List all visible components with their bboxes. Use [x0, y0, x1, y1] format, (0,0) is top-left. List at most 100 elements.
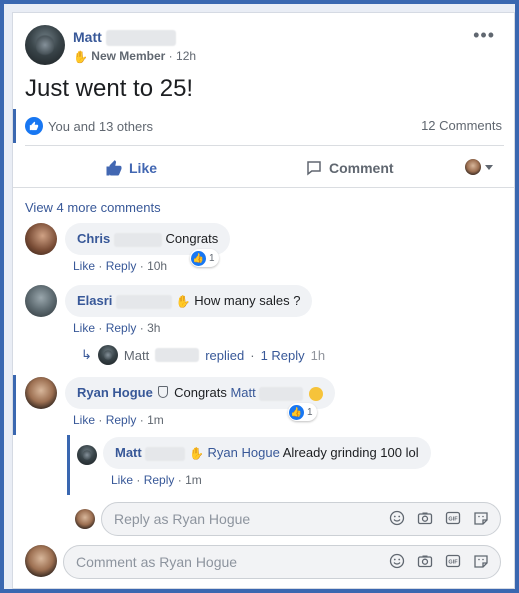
sticker-icon[interactable]	[472, 552, 490, 570]
member-badge: New Member	[91, 49, 166, 63]
thumbs-up-icon	[106, 160, 122, 176]
post-text: Just went to 25!	[25, 75, 194, 102]
replier-name: Matt	[123, 347, 150, 363]
mention-link[interactable]: Ryan Hogue	[208, 445, 280, 460]
meta-dot: ·	[168, 49, 173, 63]
commenter-avatar[interactable]	[25, 285, 57, 317]
reply-input[interactable]: Reply as Ryan Hogue GIF	[101, 502, 501, 536]
reply-like-link[interactable]: Like	[111, 473, 133, 487]
caret-down-icon	[485, 165, 493, 170]
comment-author[interactable]: Ryan Hogue	[77, 385, 153, 400]
comment-reply-link[interactable]: Reply	[106, 413, 137, 427]
comment-author[interactable]: Chris	[77, 231, 110, 246]
reaction-count: 1	[209, 252, 215, 264]
redacted-surname	[105, 30, 176, 47]
svg-text:GIF: GIF	[448, 517, 458, 523]
redacted-surname	[116, 294, 173, 309]
redacted-surname	[145, 446, 186, 461]
reactions-summary: You and 13 others 12 Comments	[13, 109, 514, 143]
reply-text: Already grinding 100 lol	[282, 445, 419, 460]
like-label: Like	[129, 160, 158, 176]
reply-author-avatar[interactable]	[77, 445, 97, 465]
commenter-avatar[interactable]	[25, 223, 57, 255]
reply-count: 1 Reply	[260, 347, 305, 363]
input-tools: GIF	[388, 552, 490, 570]
comment-like-link[interactable]: Like	[73, 413, 95, 427]
wave-hand-icon: ✋	[73, 49, 88, 64]
comment-icon	[307, 161, 321, 176]
comment-text: Congrats	[174, 385, 227, 400]
like-reaction-icon: 👍	[289, 404, 304, 420]
comment-reactions[interactable]: 👍 1	[288, 403, 317, 421]
comment-like-link[interactable]: Like	[73, 321, 95, 335]
comment-time[interactable]: 3h	[147, 321, 160, 335]
commenter-avatar[interactable]	[25, 377, 57, 409]
comment-label: Comment	[329, 160, 394, 176]
post-meta: ✋ New Member · 12h	[73, 49, 196, 64]
admin-shield-icon	[158, 386, 169, 398]
screenshot-frame: Matt ✋ New Member · 12h ••• Just went to…	[0, 0, 519, 593]
comment-actions: Like · Reply · 10h	[73, 259, 168, 273]
redacted-surname	[259, 386, 304, 401]
like-reaction-icon: 👍	[191, 250, 206, 266]
svg-text:GIF: GIF	[448, 560, 458, 566]
replied-label: replied	[205, 347, 245, 363]
emoji-icon[interactable]	[388, 509, 406, 527]
gif-icon[interactable]: GIF	[444, 509, 462, 527]
reply-author[interactable]: Matt	[115, 445, 142, 460]
sticker-icon[interactable]	[472, 509, 490, 527]
comment-text: Congrats	[165, 231, 219, 246]
reply-thread-accent	[67, 435, 70, 495]
wave-hand-icon: ✋	[188, 446, 204, 461]
comment-button[interactable]: Comment	[305, 159, 394, 177]
reply-time: 1h	[310, 347, 326, 363]
current-user-avatar	[25, 545, 57, 577]
gif-icon[interactable]: GIF	[444, 552, 462, 570]
divider	[13, 187, 514, 188]
author-name-line[interactable]: Matt	[73, 29, 176, 47]
comment-input[interactable]: Comment as Ryan Hogue GIF	[63, 545, 501, 579]
comment-input-placeholder: Comment as Ryan Hogue	[76, 554, 238, 570]
author-name[interactable]: Matt	[73, 29, 102, 45]
view-more-comments[interactable]: View 4 more comments	[25, 200, 161, 215]
comment-reply-link[interactable]: Reply	[106, 321, 137, 335]
redacted-surname	[155, 348, 200, 362]
emoji-icon[interactable]	[388, 552, 406, 570]
comment-bubble: Elasri ✋ How many sales ?	[65, 285, 313, 317]
like-reaction-icon	[25, 117, 43, 135]
comment-time[interactable]: 1m	[147, 413, 164, 427]
input-tools: GIF	[388, 509, 490, 527]
camera-icon[interactable]	[416, 509, 434, 527]
comment-time[interactable]: 10h	[147, 259, 167, 273]
comment-like-link[interactable]: Like	[73, 259, 95, 273]
camera-icon[interactable]	[416, 552, 434, 570]
replier-avatar	[97, 345, 118, 365]
comments-count[interactable]: 12 Comments	[421, 118, 502, 133]
comment-text: How many sales ?	[194, 293, 301, 308]
reactions-link[interactable]: You and 13 others	[25, 117, 153, 135]
wave-hand-icon: ✋	[175, 294, 191, 309]
comment-actions: Like · Reply · 1m	[73, 413, 164, 427]
comment-reply-link[interactable]: Reply	[106, 259, 137, 273]
mention-link[interactable]: Matt	[230, 385, 255, 400]
post-header: Matt ✋ New Member · 12h •••	[25, 25, 495, 67]
post-as-selector[interactable]	[465, 159, 494, 175]
post-card: Matt ✋ New Member · 12h ••• Just went to…	[12, 12, 515, 589]
reply-reply-link[interactable]: Reply	[144, 473, 175, 487]
reply-input-placeholder: Reply as Ryan Hogue	[114, 511, 251, 527]
more-options-icon[interactable]: •••	[473, 25, 495, 46]
author-avatar[interactable]	[25, 25, 65, 65]
reply-time[interactable]: 1m	[185, 473, 202, 487]
view-replies-link[interactable]: ↳ Matt replied · 1 Reply 1h	[81, 345, 325, 365]
reaction-count: 1	[307, 406, 313, 418]
like-button[interactable]: Like	[105, 159, 157, 177]
current-user-avatar	[75, 509, 95, 529]
comment-reactions[interactable]: 👍 1	[190, 249, 219, 267]
clap-emoji-icon	[309, 386, 324, 401]
reply-actions: Like · Reply · 1m	[111, 473, 202, 487]
comment-author[interactable]: Elasri	[77, 293, 112, 308]
divider	[25, 145, 504, 146]
reply-arrow-icon: ↳	[81, 347, 92, 362]
post-actions: Like Comment	[13, 151, 514, 187]
post-time[interactable]: 12h	[176, 49, 196, 63]
